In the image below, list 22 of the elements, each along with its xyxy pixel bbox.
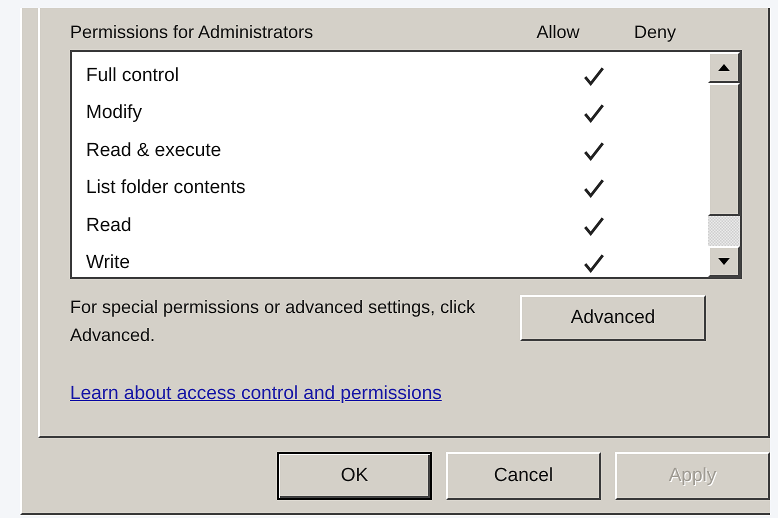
column-header: Deny	[633, 22, 678, 42]
help-link[interactable]: Learn about access control and permissions	[70, 383, 442, 405]
permission-name: List folder contents	[86, 177, 246, 200]
scroll-track[interactable]	[708, 216, 740, 246]
permission-name: Read	[86, 214, 132, 237]
scroll-up-button[interactable]	[708, 52, 740, 83]
dialog-button[interactable]: Cancel	[446, 452, 601, 500]
permission-name: Full control	[86, 64, 180, 87]
column-header: Allow	[535, 22, 580, 42]
advanced-button[interactable]: Advanced	[520, 295, 706, 341]
scroll-thumb[interactable]	[708, 83, 740, 216]
permissions-list[interactable]: Full control Modify Read & execute List folder contents Read Write	[70, 50, 742, 279]
up-arrow-icon	[718, 64, 730, 71]
down-arrow-icon	[718, 258, 730, 265]
permissions-heading: Permissions for Administrators	[70, 22, 314, 42]
permission-name: Read & execute	[86, 140, 222, 162]
permission-name: Modify	[86, 102, 143, 124]
scroll-down-button[interactable]	[708, 246, 740, 277]
dialog-button[interactable]: OK	[277, 452, 432, 500]
permission-name: Write	[86, 252, 131, 274]
advanced-hint: For special permissions or advanced settings, click Advanced.	[70, 296, 476, 347]
scrollbar[interactable]	[708, 52, 740, 277]
